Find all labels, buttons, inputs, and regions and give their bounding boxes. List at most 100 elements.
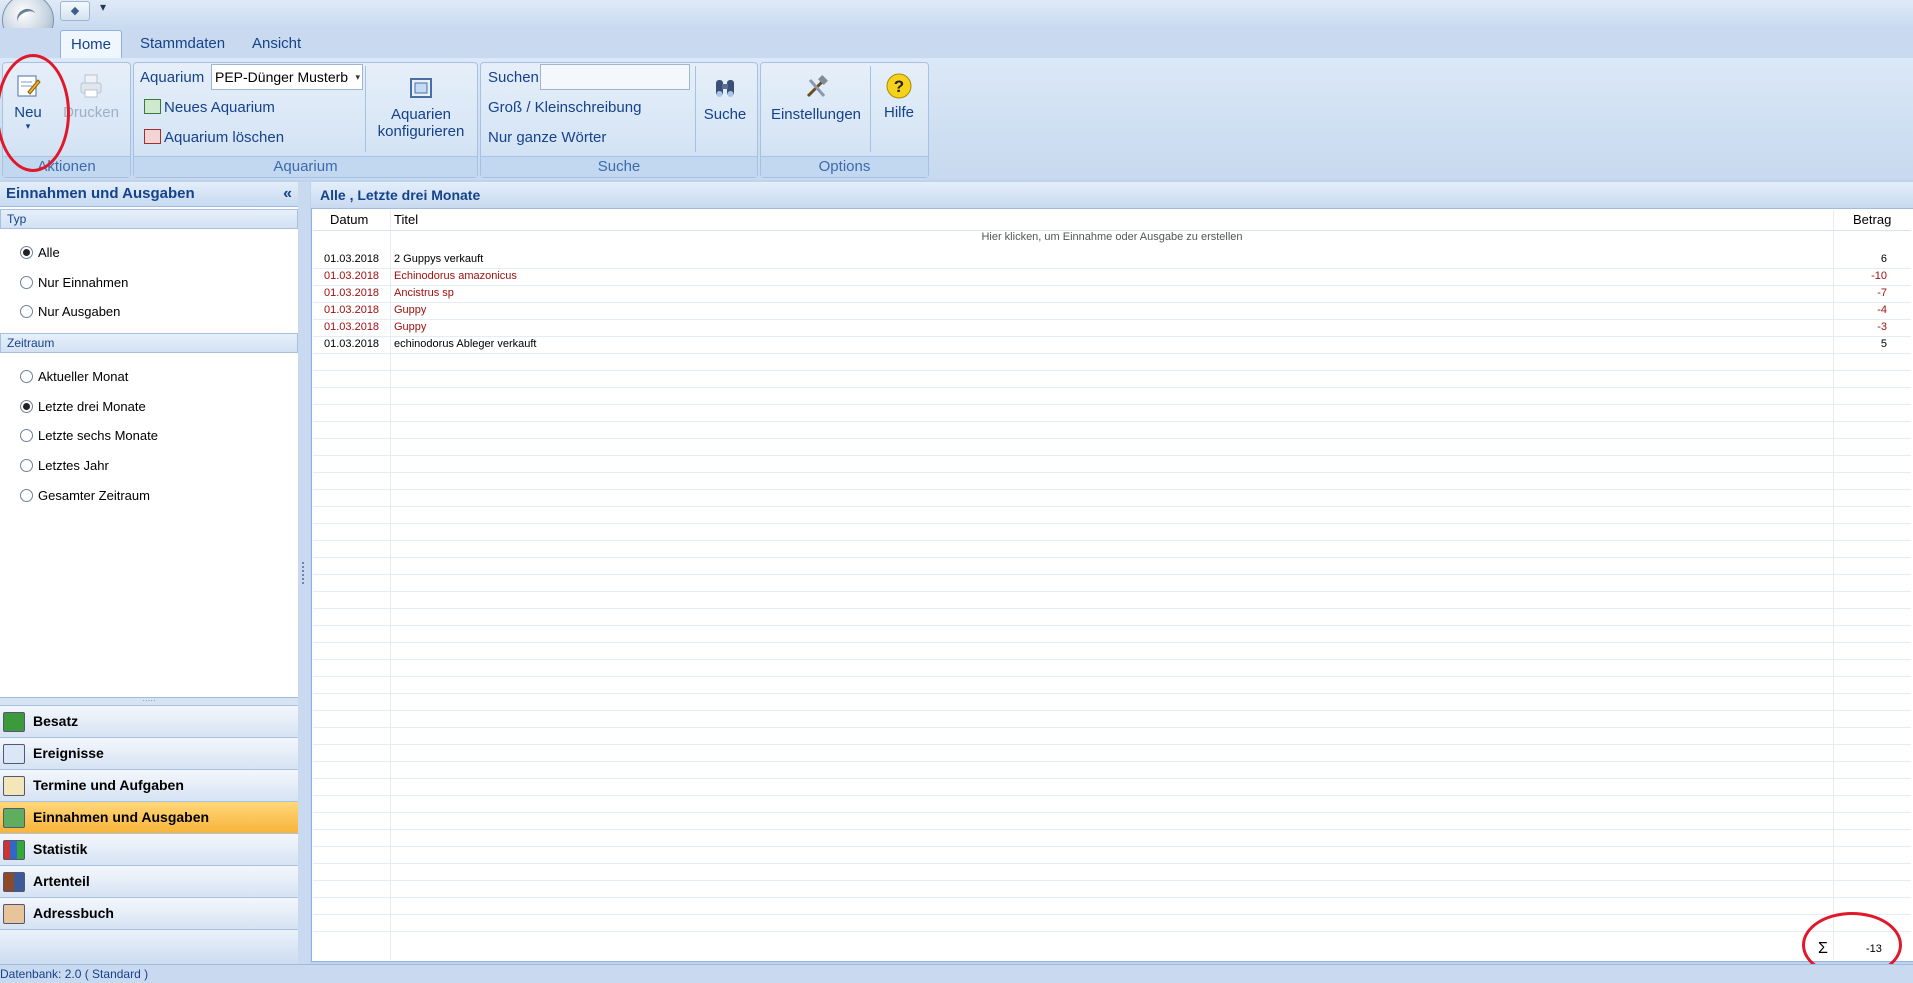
nav-ereignisse[interactable]: Ereignisse — [0, 737, 298, 769]
nav-adressbuch[interactable]: Adressbuch — [0, 897, 298, 929]
empty-row — [313, 880, 1911, 898]
table-row[interactable]: 01.03.2018 Ancistrus sp -7 — [313, 285, 1911, 303]
configure-aquarium-icon — [410, 78, 432, 98]
empty-row — [313, 846, 1911, 864]
radio-unchecked-icon — [20, 370, 33, 383]
table-row[interactable]: 01.03.2018 Echinodorus amazonicus -10 — [313, 268, 1911, 286]
empty-row — [313, 795, 1911, 813]
empty-row — [313, 506, 1911, 524]
collapse-panel-icon[interactable]: « — [283, 182, 292, 206]
cell-betrag: -4 — [1877, 304, 1887, 316]
cell-datum: 01.03.2018 — [324, 338, 380, 350]
aquarium-separator — [365, 66, 366, 152]
aquarium-icon — [3, 712, 25, 732]
transactions-panel-title: Alle , Letzte drei Monate — [311, 182, 1913, 209]
chart-icon — [3, 840, 25, 860]
ganze-woerter-toggle[interactable]: Nur ganze Wörter — [488, 129, 606, 146]
radio-unchecked-icon — [20, 305, 33, 318]
nav-termine-und-aufgaben[interactable]: Termine und Aufgaben — [0, 769, 298, 801]
nav-label: Ereignisse — [33, 745, 104, 761]
radio-label: Aktueller Monat — [38, 369, 129, 384]
binoculars-icon — [716, 80, 734, 97]
cell-betrag: -7 — [1877, 287, 1887, 299]
empty-row — [313, 455, 1911, 473]
empty-row — [313, 642, 1911, 660]
money-icon — [3, 808, 25, 828]
radio-typ-nur-ausgaben[interactable]: Nur Ausgaben — [20, 304, 120, 319]
aquarium-select-chevron-down-icon[interactable]: ▾ — [355, 65, 360, 89]
radio-label: Nur Ausgaben — [38, 304, 121, 319]
cell-betrag: 6 — [1880, 253, 1887, 265]
nav-statistik[interactable]: Statistik — [0, 833, 298, 865]
aquarium-selected-value: PEP-Dünger Musterb — [215, 69, 349, 85]
table-row[interactable]: 01.03.2018 Guppy -3 — [313, 319, 1911, 337]
radio-unchecked-icon — [20, 276, 33, 289]
search-input[interactable] — [540, 64, 690, 90]
group-label-options: Options — [761, 156, 928, 177]
cell-betrag: 5 — [1880, 338, 1887, 350]
tab-ansicht[interactable]: Ansicht — [242, 30, 311, 58]
status-bar: Datenbank: 2.0 ( Standard ) — [0, 964, 1913, 983]
aquarium-loeschen-button[interactable]: Aquarium löschen — [144, 129, 284, 146]
nav-besatz[interactable]: Besatz — [0, 705, 298, 737]
quick-access-customize-icon[interactable]: ▾ — [100, 0, 106, 14]
empty-row — [313, 676, 1911, 694]
addressbook-icon — [3, 904, 25, 924]
empty-row — [313, 659, 1911, 677]
group-label-suche: Suche — [481, 156, 757, 177]
table-row[interactable]: 01.03.2018 Guppy -4 — [313, 302, 1911, 320]
suche-button[interactable]: Suche — [700, 74, 750, 123]
nav-label: Statistik — [33, 841, 88, 857]
empty-row — [313, 421, 1911, 439]
table-row[interactable]: 01.03.2018 2 Guppys verkauft 6 — [313, 251, 1911, 269]
aquarien-konfigurieren-button[interactable]: Aquarien konfigurieren — [372, 74, 470, 140]
cell-datum: 01.03.2018 — [324, 253, 380, 265]
radio-label: Nur Einnahmen — [38, 275, 129, 290]
options-separator — [870, 66, 871, 152]
svg-text:?: ? — [894, 77, 904, 96]
column-header-datum[interactable]: Datum — [330, 212, 368, 227]
aquarium-select[interactable]: PEP-Dünger Musterb ▾ — [211, 64, 363, 90]
nav-label: Artenteil — [33, 873, 90, 889]
hilfe-button[interactable]: ? Hilfe — [876, 72, 922, 121]
einstellungen-button[interactable]: Einstellungen — [768, 74, 864, 123]
column-header-titel[interactable]: Titel — [394, 212, 418, 227]
nav-artenteil[interactable]: Artenteil — [0, 865, 298, 897]
new-row-hint[interactable]: Hier klicken, um Einnahme oder Ausgabe z… — [313, 229, 1911, 246]
empty-row — [313, 863, 1911, 881]
radio-checked-icon — [20, 400, 33, 413]
radio-unchecked-icon — [20, 459, 33, 472]
radio-zeitraum-letzte-drei-monate[interactable]: Letzte drei Monate — [20, 399, 146, 414]
radio-label: Letzte drei Monate — [38, 399, 146, 414]
radio-checked-icon — [20, 246, 33, 259]
empty-row — [313, 438, 1911, 456]
tab-stammdaten[interactable]: Stammdaten — [130, 30, 235, 58]
cell-datum: 01.03.2018 — [324, 304, 380, 316]
transactions-title-text: Alle , Letzte drei Monate — [320, 187, 481, 203]
table-row[interactable]: 01.03.2018 echinodorus Ableger verkauft 5 — [313, 336, 1911, 354]
radio-zeitraum-aktueller-monat[interactable]: Aktueller Monat — [20, 369, 128, 384]
column-header-betrag[interactable]: Betrag — [1853, 212, 1891, 227]
nav-einnahmen-und-ausgaben[interactable]: Einnahmen und Ausgaben — [0, 801, 298, 833]
calendar-icon — [3, 744, 25, 764]
radio-zeitraum-letztes-jahr[interactable]: Letztes Jahr — [20, 458, 109, 473]
empty-row — [313, 812, 1911, 830]
empty-row — [313, 489, 1911, 507]
tab-home[interactable]: Home — [60, 30, 123, 59]
radio-typ-nur-einnahmen[interactable]: Nur Einnahmen — [20, 275, 128, 290]
add-aquarium-icon — [144, 99, 161, 114]
empty-row — [313, 761, 1911, 779]
empty-row — [313, 370, 1911, 388]
gross-kleinschreibung-toggle[interactable]: Groß / Kleinschreibung — [488, 99, 641, 116]
radio-zeitraum-gesamter-zeitraum[interactable]: Gesamter Zeitraum — [20, 488, 150, 503]
vertical-splitter[interactable] — [298, 182, 310, 964]
konfigurieren-label-line1: Aquarien — [390, 106, 452, 123]
books-icon — [3, 872, 25, 892]
quick-access-save-icon[interactable]: ◆ — [60, 1, 90, 21]
neues-aquarium-button[interactable]: Neues Aquarium — [144, 99, 275, 116]
radio-zeitraum-letzte-sechs-monate[interactable]: Letzte sechs Monate — [20, 428, 158, 443]
radio-label: Letztes Jahr — [38, 458, 109, 473]
radio-typ-alle[interactable]: Alle — [20, 245, 60, 260]
cell-datum: 01.03.2018 — [324, 270, 380, 282]
cell-betrag: -10 — [1871, 270, 1887, 282]
